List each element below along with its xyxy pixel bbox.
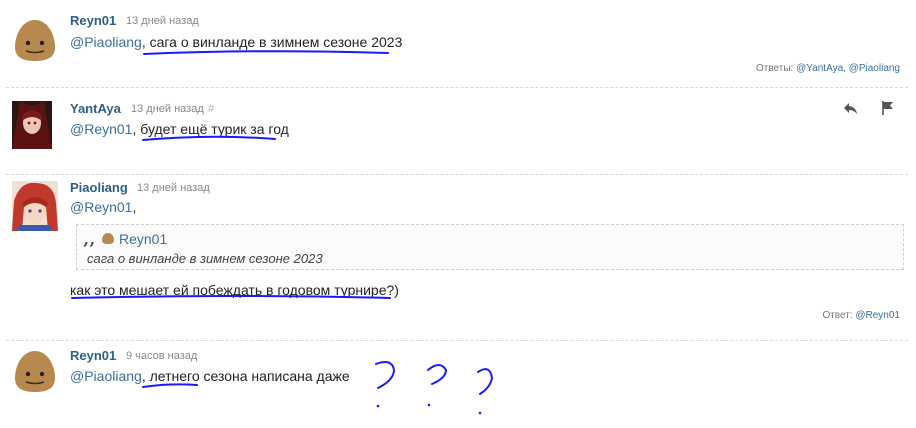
- quote-block: ‚‚ Reyn01 сага о винланде в зимнем сезон…: [76, 224, 904, 270]
- comment-text: будет ещё турик за год: [140, 121, 289, 137]
- quote-mark-icon: ‚‚: [83, 229, 96, 250]
- comment-text: сага о винланде в зимнем сезоне 2023: [149, 34, 403, 50]
- question-dot: [478, 411, 482, 415]
- question-dot: [427, 403, 431, 407]
- replies-label: Ответ:: [822, 310, 853, 321]
- avatar-pou-icon[interactable]: [12, 348, 58, 394]
- underline-stroke: [142, 135, 276, 141]
- avatar-dark-hair-icon[interactable]: [12, 101, 52, 149]
- question-dot: [376, 404, 380, 408]
- replies-line: Ответы: @YantAya, @Piaoliang: [755, 63, 900, 74]
- quote-avatar-icon: [102, 233, 114, 244]
- comment-timestamp[interactable]: 9 часов назад: [126, 350, 197, 362]
- comment-timestamp[interactable]: 13 дней назад: [131, 103, 204, 115]
- mention-link[interactable]: @Piaoliang: [70, 368, 142, 384]
- underline-stroke: [143, 50, 389, 55]
- question-mark-stroke: [477, 368, 494, 395]
- reply-icon[interactable]: [842, 99, 860, 117]
- quote-author[interactable]: Reyn01: [119, 231, 167, 247]
- comment-text: как это мешает ей побеждать в годовом ту…: [70, 282, 399, 298]
- reply-link[interactable]: @Reyn01: [855, 310, 900, 321]
- comment-text: летнего сезона написана даже: [149, 368, 350, 384]
- question-mark-stroke: [427, 364, 448, 385]
- comment-author[interactable]: Reyn01: [70, 13, 116, 28]
- replies-label: Ответы:: [755, 63, 794, 74]
- comment-author[interactable]: YantAya: [70, 101, 121, 116]
- comment-timestamp[interactable]: 13 дней назад: [126, 15, 199, 27]
- flag-icon[interactable]: [879, 99, 897, 117]
- replies-line: Ответ: @Reyn01: [822, 310, 900, 321]
- reply-link[interactable]: @Piaoliang: [849, 63, 900, 74]
- comment-timestamp[interactable]: 13 дней назад: [137, 182, 210, 194]
- mention-link[interactable]: @Piaoliang: [70, 34, 142, 50]
- comment-body: @Reyn01,: [70, 199, 137, 215]
- divider: [6, 174, 908, 175]
- permalink-hash[interactable]: #: [208, 103, 214, 115]
- comment-body: @Piaoliang, сага о винланде в зимнем сез…: [70, 34, 403, 50]
- comment-body: @Piaoliang, летнего сезона написана даже: [70, 368, 350, 384]
- underline-stroke: [142, 383, 198, 388]
- divider: [6, 87, 908, 88]
- comment-author[interactable]: Piaoliang: [70, 180, 128, 195]
- divider: [6, 340, 908, 341]
- avatar-red-hair-icon[interactable]: [12, 181, 58, 231]
- question-mark-stroke: [375, 361, 396, 389]
- comment-author[interactable]: Reyn01: [70, 348, 116, 363]
- comment-body: @Reyn01, будет ещё турик за год: [70, 121, 289, 137]
- avatar-pou-icon[interactable]: [12, 17, 58, 63]
- quote-text: сага о винланде в зимнем сезоне 2023: [87, 251, 323, 266]
- mention-link[interactable]: @Reyn01: [70, 199, 132, 215]
- mention-link[interactable]: @Reyn01: [70, 121, 132, 137]
- reply-link[interactable]: @YantAya: [796, 63, 843, 74]
